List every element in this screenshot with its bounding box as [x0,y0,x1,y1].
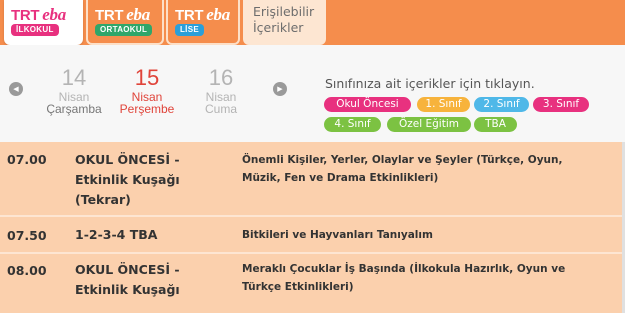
trt-eba-logo: TRT eba [11,5,66,24]
schedule-time: 07.00 [7,152,47,167]
date-class-selector: ◀ 14 Nisan Çarşamba 15 Nisan Perşembe 16… [0,45,625,142]
chevron-left-icon[interactable]: ◀ [9,82,23,96]
day-16[interactable]: 16 Nisan Cuma [185,65,257,116]
schedule-program: 1-2-3-4 TBA [75,227,158,242]
schedule-time: 07.50 [7,228,47,243]
tab-badge-ortaokul: ORTAOKUL [95,24,153,36]
schedule-description: Meraklı Çocuklar İş Başında (İlkokula Ha… [242,263,566,293]
tab-lise[interactable]: TRT eba LİSE [166,0,240,45]
day-15-selected[interactable]: 15 Nisan Perşembe [111,65,183,116]
class-chip-2[interactable]: 2. Sınıf [474,97,529,112]
schedule-row: 07.50 1-2-3-4 TBA Bitkileri ve Hayvanlar… [0,217,625,254]
tab-accessible-content[interactable]: Erişilebilir İçerikler [243,0,326,45]
class-chip-1[interactable]: 1. Sınıf [417,97,470,112]
tab-ilkokul[interactable]: TRT eba İLKOKUL [4,0,83,45]
day-14[interactable]: 14 Nisan Çarşamba [38,65,110,116]
class-chip-ozel-egitim[interactable]: Özel Eğitim [387,117,471,132]
trt-eba-logo: TRT eba [95,5,150,24]
schedule-program: OKUL ÖNCESİ - Etkinlik Kuşağı [75,262,180,297]
schedule-description: Önemli Kişiler, Yerler, Olaylar ve Şeyle… [242,154,563,184]
schedule-row: 08.00 OKUL ÖNCESİ - Etkinlik Kuşağı Mera… [0,254,625,313]
schedule-description: Bitkileri ve Hayvanları Tanıyalım [242,229,433,241]
class-chip-3[interactable]: 3. Sınıf [533,97,589,112]
schedule-row: 07.00 OKUL ÖNCESİ - Etkinlik Kuşağı (Tek… [0,142,625,217]
chevron-right-icon[interactable]: ▶ [273,82,287,96]
tab-ortaokul[interactable]: TRT eba ORTAOKUL [86,0,164,45]
class-chip-okul-oncesi[interactable]: Okul Öncesi [324,97,411,112]
trt-eba-logo: TRT eba [175,5,230,24]
tab-badge-lise: LİSE [175,24,204,36]
top-tab-bar: TRT eba İLKOKUL TRT eba ORTAOKUL TRT eba Lİ… [0,0,625,45]
schedule-time: 08.00 [7,263,47,278]
class-chip-tba[interactable]: TBA [474,117,517,132]
accessible-tab-label: Erişilebilir İçerikler [253,4,315,35]
class-chip-4[interactable]: 4. Sınıf [324,117,381,132]
schedule-program: OKUL ÖNCESİ - Etkinlik Kuşağı (Tekrar) [75,152,180,207]
tab-badge-ilkokul: İLKOKUL [11,24,59,36]
class-instruction: Sınıfınıza ait içerikler için tıklayın. [325,76,535,91]
